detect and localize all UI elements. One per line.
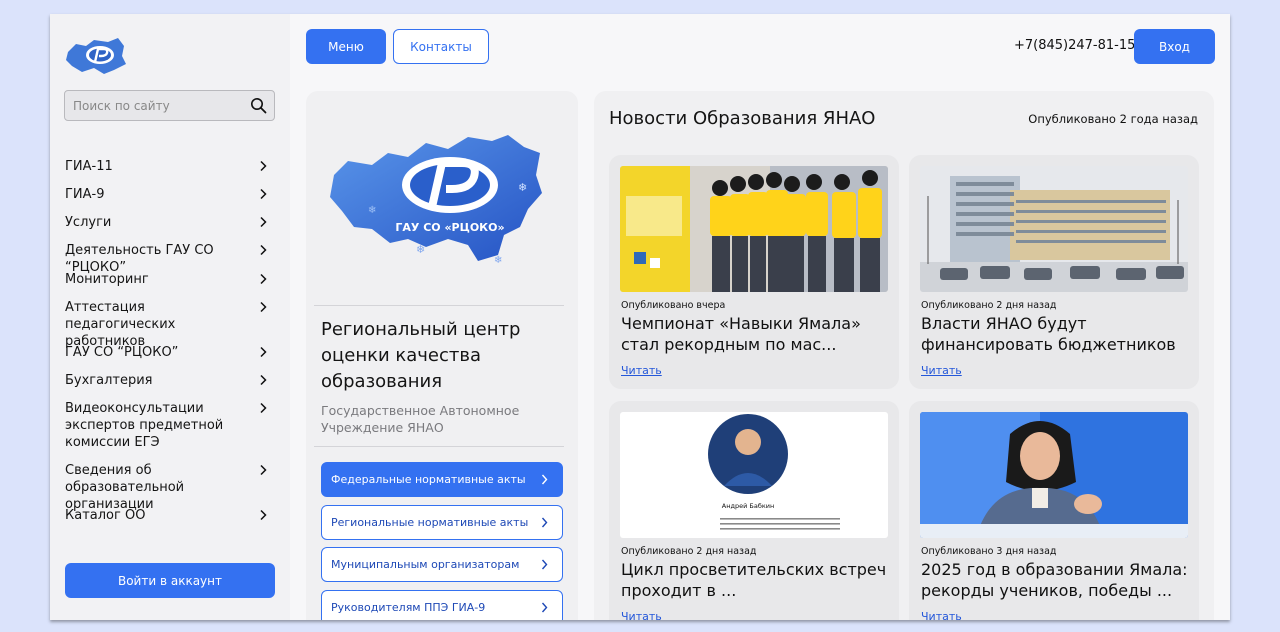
- rcoko-logo: ГАУ СО «РЦОКО» ❄ ❄ ❄ ❄: [330, 135, 542, 266]
- read-link[interactable]: Читать: [621, 364, 662, 377]
- sidebar-item-label: Видеоконсультации экспертов предметной к…: [65, 401, 224, 450]
- browser-window: ГИА-11 ГИА-9 Услуги Деятельность ГАУ СО …: [50, 14, 1230, 620]
- phone-number[interactable]: +7(845)247-81-15: [1014, 38, 1135, 53]
- news-image-portrait: Андрей Бабкин: [620, 412, 888, 538]
- sidebar-item-label: ГИА-11: [65, 159, 113, 174]
- news-date: Опубликовано вчера: [621, 300, 726, 311]
- news-image-building: [920, 166, 1188, 292]
- sidebar-item-org-info[interactable]: Сведения об образовательной организации: [65, 462, 269, 513]
- news-date: Опубликовано 3 дня назад: [921, 546, 1057, 557]
- read-link[interactable]: Читать: [621, 610, 662, 620]
- chevron-right-icon: [260, 464, 267, 476]
- read-link[interactable]: Читать: [921, 610, 962, 620]
- main-content: Меню Контакты +7(845)247-81-15 Вход ГАУ …: [290, 14, 1230, 620]
- news-title: Новости Образования ЯНАО: [609, 108, 876, 129]
- contacts-button[interactable]: Контакты: [393, 29, 489, 64]
- read-link[interactable]: Читать: [921, 364, 962, 377]
- news-section: Новости Образования ЯНАО Опубликовано 2 …: [594, 91, 1214, 620]
- account-login-button[interactable]: Войти в аккаунт: [65, 563, 275, 598]
- login-button[interactable]: Вход: [1134, 29, 1215, 64]
- sidebar-item-gau-so[interactable]: ГАУ СО “РЦОКО”: [65, 344, 269, 361]
- chevron-right-icon: [260, 374, 267, 386]
- chevron-right-icon: [260, 244, 267, 256]
- regional-acts-link[interactable]: Региональные нормативные акты: [321, 505, 563, 540]
- news-image-speaker: [920, 412, 1188, 538]
- chevron-right-icon: [260, 273, 267, 285]
- chevron-right-icon: [260, 346, 267, 358]
- news-card[interactable]: Опубликовано 2 дня назад Власти ЯНАО буд…: [909, 155, 1199, 389]
- sidebar-item-label: Аттестация педагогических работников: [65, 300, 176, 349]
- sidebar-item-services[interactable]: Услуги: [65, 214, 269, 231]
- news-published: Опубликовано 2 года назад: [1028, 112, 1198, 126]
- divider: [314, 446, 564, 447]
- chevron-right-icon: [260, 301, 267, 313]
- municipal-organizers-link[interactable]: Муниципальным организаторам: [321, 547, 563, 582]
- svg-text:❄: ❄: [416, 243, 425, 256]
- sidebar-item-attestation[interactable]: Аттестация педагогических работников: [65, 299, 269, 350]
- news-card[interactable]: Опубликовано вчера Чемпионат «Навыки Яма…: [609, 155, 899, 389]
- federal-acts-link[interactable]: Федеральные нормативные акты: [321, 462, 563, 497]
- sidebar-item-label: Сведения об образовательной организации: [65, 463, 185, 512]
- link-label: Федеральные нормативные акты: [331, 473, 526, 486]
- sidebar-item-label: Бухгалтерия: [65, 373, 153, 388]
- news-headline: Цикл просветительских встреч проходит в …: [621, 560, 887, 600]
- menu-button[interactable]: Меню: [306, 29, 386, 64]
- sidebar-item-video-consult[interactable]: Видеоконсультации экспертов предметной к…: [65, 400, 269, 451]
- chevron-right-icon: [260, 160, 267, 172]
- svg-text:❄: ❄: [518, 181, 527, 194]
- search-box: [64, 90, 275, 121]
- news-headline: Власти ЯНАО будут финансировать бюджетни…: [921, 314, 1176, 354]
- chevron-right-icon: [260, 509, 267, 521]
- news-date: Опубликовано 2 дня назад: [921, 300, 1057, 311]
- link-label: Руководителям ППЭ ГИА-9: [331, 601, 486, 614]
- search-input[interactable]: [65, 91, 245, 120]
- svg-text:ГАУ СО «РЦОКО»: ГАУ СО «РЦОКО»: [395, 221, 504, 234]
- svg-text:❄: ❄: [494, 255, 502, 266]
- news-image-students: [620, 166, 888, 292]
- chevron-right-icon: [260, 216, 267, 228]
- svg-text:Андрей Бабкин: Андрей Бабкин: [722, 502, 774, 510]
- sidebar-item-catalog[interactable]: Каталог ОО: [65, 507, 269, 524]
- chevron-right-icon: [260, 188, 267, 200]
- chevron-right-icon: [541, 559, 548, 570]
- link-label: Муниципальным организаторам: [331, 558, 520, 571]
- sidebar-item-label: ГАУ СО “РЦОКО”: [65, 345, 179, 360]
- news-headline: 2025 год в образовании Ямала: рекорды уч…: [921, 560, 1188, 600]
- ppe-heads-link[interactable]: Руководителям ППЭ ГИА-9: [321, 590, 563, 620]
- sidebar-item-label: Услуги: [65, 215, 112, 230]
- sidebar-item-label: Мониторинг: [65, 272, 149, 287]
- sidebar-item-label: ГИА-9: [65, 187, 105, 202]
- sidebar-item-accounting[interactable]: Бухгалтерия: [65, 372, 269, 389]
- search-icon[interactable]: [250, 97, 267, 114]
- chevron-right-icon: [541, 602, 548, 613]
- sidebar: ГИА-11 ГИА-9 Услуги Деятельность ГАУ СО …: [50, 14, 290, 620]
- sidebar-item-monitoring[interactable]: Мониторинг: [65, 271, 269, 288]
- divider: [314, 305, 564, 306]
- news-date: Опубликовано 2 дня назад: [621, 546, 757, 557]
- chevron-right-icon: [541, 517, 548, 528]
- org-title: Региональный центр оценки качества образ…: [321, 319, 521, 392]
- news-headline: Чемпионат «Навыки Ямала» стал рекордным …: [621, 314, 861, 354]
- svg-text:❄: ❄: [368, 205, 376, 216]
- org-card: ГАУ СО «РЦОКО» ❄ ❄ ❄ ❄ Региональный цент…: [306, 91, 578, 620]
- news-card[interactable]: Опубликовано 3 дня назад 2025 год в обра…: [909, 401, 1199, 620]
- sidebar-item-gia-9[interactable]: ГИА-9: [65, 186, 269, 203]
- org-subtitle: Государственное Автономное Учреждение ЯН…: [321, 403, 520, 435]
- sidebar-item-label: Каталог ОО: [65, 508, 146, 523]
- rcoko-logo[interactable]: [64, 34, 130, 76]
- news-card[interactable]: Андрей Бабкин Опубликовано 2 дня назад Ц…: [609, 401, 899, 620]
- chevron-right-icon: [541, 474, 548, 485]
- chevron-right-icon: [260, 402, 267, 414]
- link-label: Региональные нормативные акты: [331, 516, 529, 529]
- sidebar-item-gia-11[interactable]: ГИА-11: [65, 158, 269, 175]
